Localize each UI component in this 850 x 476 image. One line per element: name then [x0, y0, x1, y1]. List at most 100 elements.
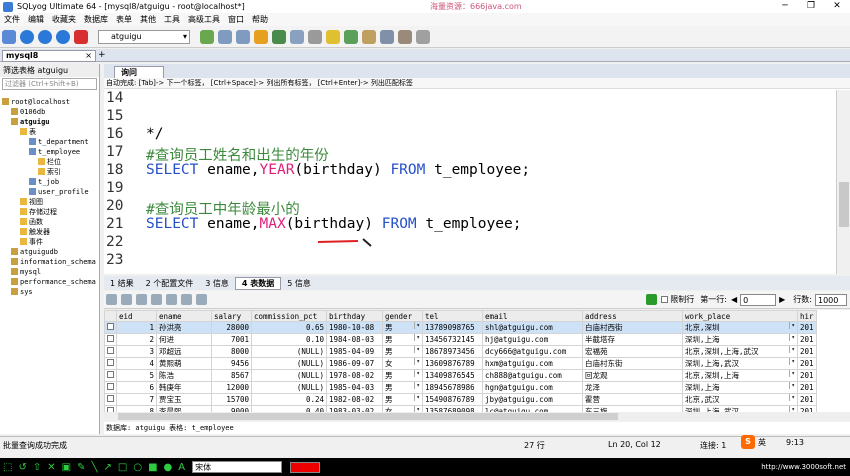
- table-cell[interactable]: 12000: [211, 381, 252, 394]
- tree-item[interactable]: user_profile: [0, 187, 99, 197]
- table-cell[interactable]: 5: [116, 369, 157, 382]
- table-cell[interactable]: 9456: [211, 357, 252, 370]
- table-cell[interactable]: 宏福苑: [582, 345, 683, 358]
- chevron-down-icon[interactable]: ▾: [789, 358, 795, 365]
- table-cell[interactable]: shl@atguigu.com: [482, 321, 583, 334]
- column-header[interactable]: work_place: [682, 310, 798, 322]
- table-cell[interactable]: dcy666@atguigu.com: [482, 345, 583, 358]
- close-button[interactable]: ✕: [824, 0, 850, 13]
- format-icon[interactable]: [398, 29, 412, 44]
- restore-icon[interactable]: [236, 29, 250, 44]
- row-checkbox[interactable]: [107, 371, 114, 378]
- table-cell[interactable]: 北京,武汉 ▾: [682, 393, 798, 406]
- chevron-down-icon[interactable]: ▾: [414, 346, 420, 353]
- table-cell[interactable]: 18945678986: [422, 381, 483, 394]
- line-icon[interactable]: ╲: [91, 462, 97, 473]
- row-checkbox[interactable]: [107, 323, 114, 330]
- chevron-down-icon[interactable]: ▾: [789, 346, 795, 353]
- table-cell[interactable]: 北京,深圳,上海 ▾: [682, 369, 798, 382]
- row-checkbox[interactable]: [107, 335, 114, 342]
- code-area[interactable]: 14 15 16 */17 #查询员工姓名和出生的年份 18 SELECT ename,YE…: [104, 90, 834, 274]
- table-cell[interactable]: 0.65: [251, 321, 327, 334]
- chevron-down-icon[interactable]: ▾: [414, 358, 420, 365]
- job-icon[interactable]: [344, 29, 358, 44]
- tree-item[interactable]: 索引: [0, 167, 99, 177]
- table-cell[interactable]: 7: [116, 393, 157, 406]
- table-row[interactable]: 6 韩庚年 12000 (NULL) 1985-04-03 男 ▾ 18945678986 hg…: [104, 381, 817, 394]
- menu-item-1[interactable]: 编辑: [24, 14, 48, 25]
- rect-icon[interactable]: □: [118, 462, 127, 473]
- table-cell[interactable]: 邓超远: [156, 345, 212, 358]
- menu-item-9[interactable]: 帮助: [248, 14, 272, 25]
- row-checkbox[interactable]: [107, 347, 114, 354]
- sogou-icon[interactable]: S: [741, 435, 755, 449]
- text-view-icon[interactable]: [196, 294, 207, 305]
- table-row[interactable]: 5 陈浩 8567 (NULL) 1978-08-02 男 ▾ 13409876545 ch88…: [104, 369, 817, 382]
- table-row[interactable]: 2 何进 7001 0.10 1984-08-03 男 ▾ 13456732145 hj@atg…: [104, 333, 817, 346]
- table-cell[interactable]: 28000: [211, 321, 252, 334]
- table-cell[interactable]: 201: [797, 321, 817, 334]
- column-header[interactable]: ename: [156, 310, 212, 322]
- table-cell[interactable]: 男 ▾: [382, 333, 423, 346]
- row-selector[interactable]: [104, 393, 117, 406]
- table-cell[interactable]: 13456732145: [422, 333, 483, 346]
- table-cell[interactable]: 13609876789: [422, 357, 483, 370]
- table-cell[interactable]: 8000: [211, 345, 252, 358]
- text-tool-icon[interactable]: A: [178, 462, 185, 473]
- refresh-icon[interactable]: [166, 294, 177, 305]
- tree-item[interactable]: 表: [0, 127, 99, 137]
- schema-icon[interactable]: [290, 29, 304, 44]
- database-select[interactable]: atguigu: [98, 29, 190, 44]
- row-checkbox[interactable]: [107, 359, 114, 366]
- table-cell[interactable]: 1982-08-02: [326, 393, 383, 406]
- row-selector[interactable]: [104, 345, 117, 358]
- tree-item[interactable]: sys: [0, 287, 99, 297]
- tree-item[interactable]: root@localhost: [0, 97, 99, 107]
- column-header[interactable]: eid: [116, 310, 157, 322]
- result-tab-3[interactable]: 3 信息: [199, 278, 235, 289]
- tab-query[interactable]: 询问: [114, 66, 164, 78]
- insert-row-icon[interactable]: [121, 294, 132, 305]
- menu-item-5[interactable]: 其他: [136, 14, 160, 25]
- stop-icon[interactable]: [74, 29, 88, 44]
- settings-icon[interactable]: [416, 29, 430, 44]
- grid-horizontal-scrollbar[interactable]: [104, 412, 850, 421]
- table-cell[interactable]: hxm@atguigu.com: [482, 357, 583, 370]
- table-cell[interactable]: 0.10: [251, 333, 327, 346]
- pen-icon[interactable]: ✎: [77, 462, 85, 473]
- table-cell[interactable]: 6: [116, 381, 157, 394]
- table-cell[interactable]: 0.24: [251, 393, 327, 406]
- tree-item[interactable]: t_employee: [0, 147, 99, 157]
- table-cell[interactable]: 男 ▾: [382, 321, 423, 334]
- font-select[interactable]: 宋体: [192, 461, 283, 473]
- chevron-down-icon[interactable]: ▾: [789, 334, 795, 341]
- form-view-icon[interactable]: [181, 294, 192, 305]
- table-cell[interactable]: 1978-08-02: [326, 369, 383, 382]
- chevron-down-icon[interactable]: ▾: [414, 394, 420, 401]
- row-selector[interactable]: [104, 357, 117, 370]
- table-cell[interactable]: 孙洪亮: [156, 321, 212, 334]
- table-cell[interactable]: 4: [116, 357, 157, 370]
- table-cell[interactable]: 15490876789: [422, 393, 483, 406]
- table-cell[interactable]: 白庙村东街: [582, 357, 683, 370]
- chevron-down-icon[interactable]: ▾: [414, 322, 420, 329]
- table-cell[interactable]: ch888@atguigu.com: [482, 369, 583, 382]
- menu-item-7[interactable]: 高级工具: [184, 14, 224, 25]
- tree-item[interactable]: 函数: [0, 217, 99, 227]
- undo-icon[interactable]: ↺: [18, 462, 26, 473]
- table-cell[interactable]: 13409876545: [422, 369, 483, 382]
- execute-icon[interactable]: [56, 29, 70, 44]
- backup-icon[interactable]: [218, 29, 232, 44]
- table-cell[interactable]: 18678973456: [422, 345, 483, 358]
- table-cell[interactable]: 1985-04-03: [326, 381, 383, 394]
- chevron-down-icon[interactable]: ▾: [789, 394, 795, 401]
- save-icon[interactable]: [136, 294, 147, 305]
- table-row[interactable]: 7 贾宝玉 15700 0.24 1982-08-02 男 ▾ 15490876789 jby@…: [104, 393, 817, 406]
- table-cell[interactable]: 女 ▾: [382, 357, 423, 370]
- table-cell[interactable]: 201: [797, 333, 817, 346]
- redo-icon[interactable]: ⇧: [33, 462, 41, 473]
- menu-item-3[interactable]: 数据库: [80, 14, 112, 25]
- row-selector[interactable]: [104, 369, 117, 382]
- result-tab-1[interactable]: 1 结果: [104, 278, 140, 289]
- table-icon[interactable]: [200, 29, 214, 44]
